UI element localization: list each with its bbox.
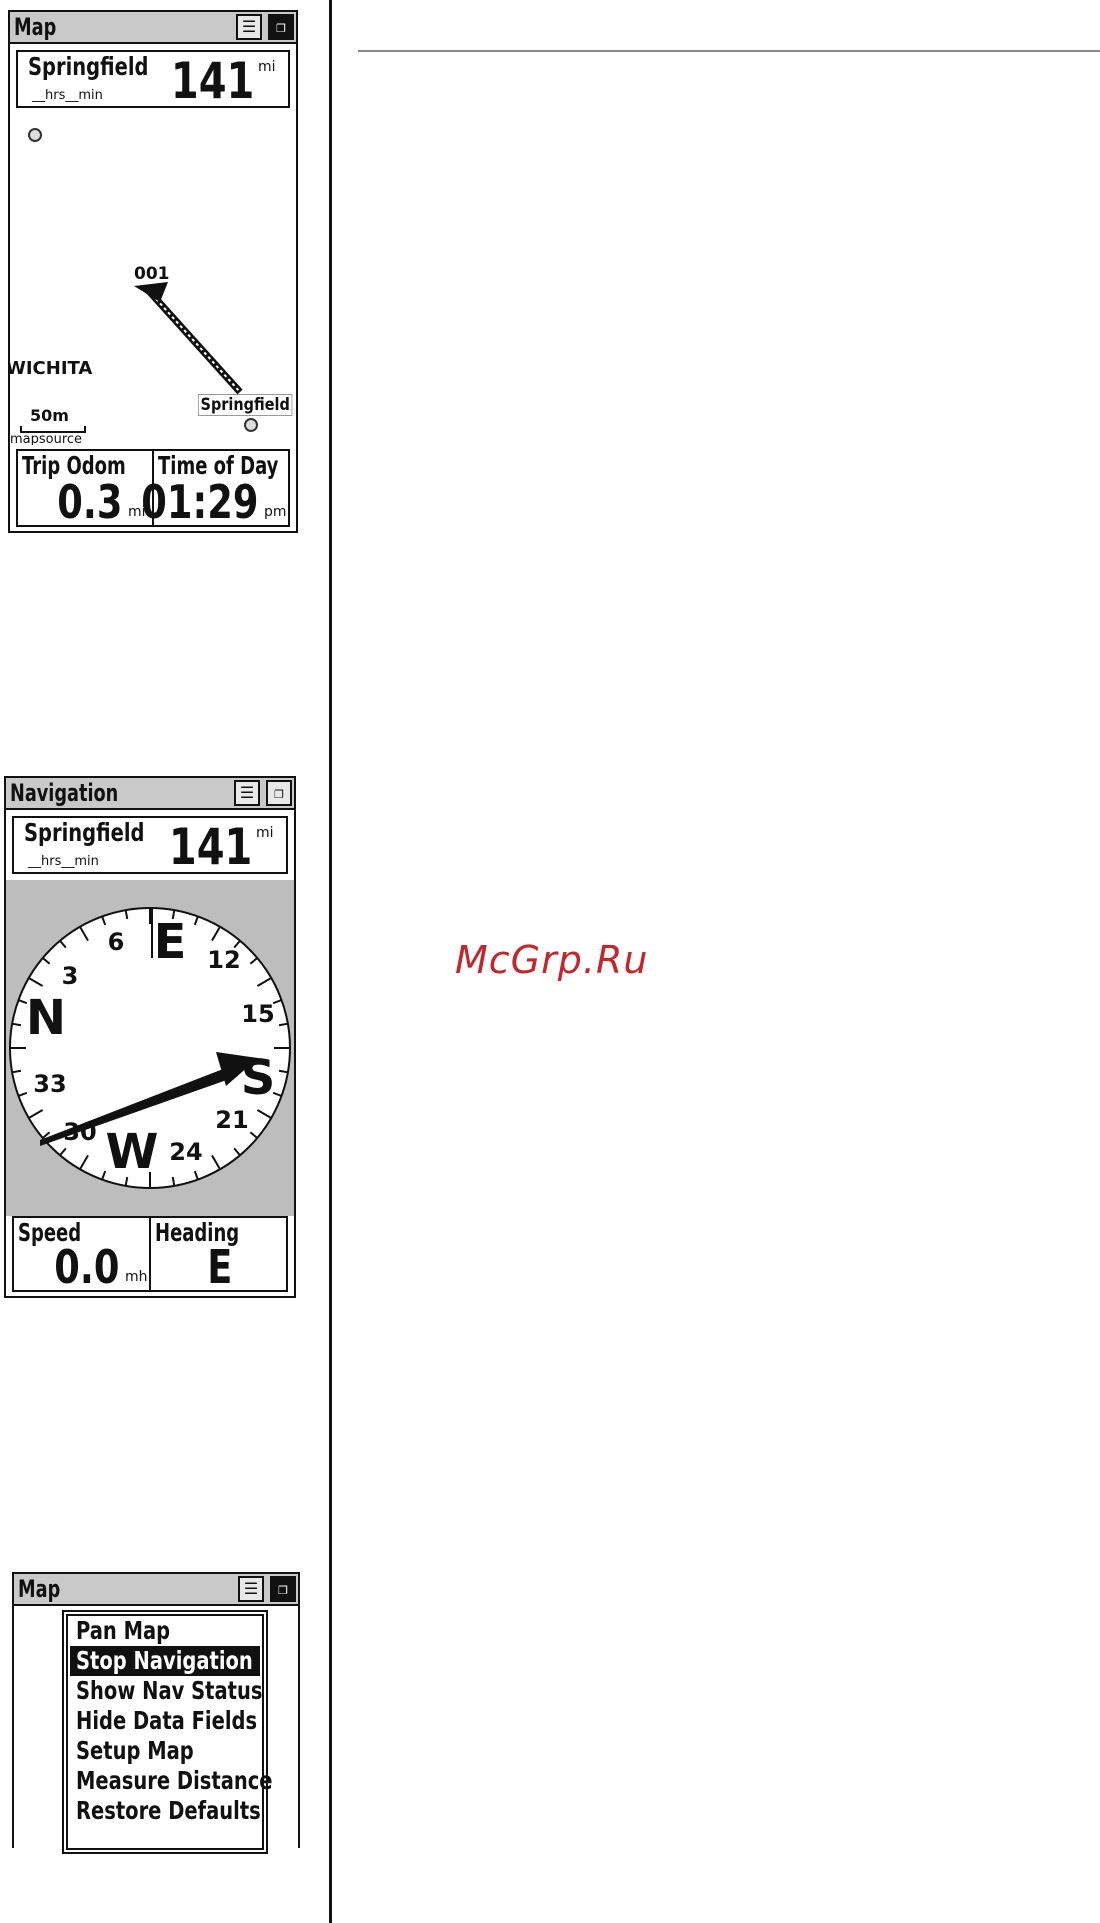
waypoint-dot-destination [244,418,258,432]
compass-tick-15: 15 [241,1000,274,1028]
menu-item-stop-navigation[interactable]: Stop Navigation [70,1646,260,1676]
compass-cardinal-s: S [241,1050,276,1106]
field-value: 01:29 [140,475,258,529]
menu-list-icon[interactable]: ☰ [234,780,260,806]
map-title-bar: Map ☰ ❐ [10,12,296,44]
data-field-heading[interactable]: Heading E [151,1218,286,1294]
page-divider-line [329,0,332,1923]
menu-item-setup-map[interactable]: Setup Map [70,1736,260,1766]
compass-tick-6: 6 [108,928,125,956]
page-switch-icon[interactable]: ❐ [266,780,292,806]
map-data-fields: Trip Odom 0.3 mi Time of Day 01:29 pm [16,449,290,527]
compass-cardinal-w: W [106,1124,159,1180]
distance-value: 141 [168,818,253,876]
compass-ring: E N S W 6 12 3 15 33 21 30 24 [9,907,291,1189]
nav-title: Navigation [10,779,119,807]
data-field-trip-odom[interactable]: Trip Odom 0.3 mi [18,451,154,529]
compass-cardinal-n: N [26,990,66,1046]
compass-tick-30: 30 [63,1118,96,1146]
watermark: McGrp.Ru [455,938,649,982]
compass-tick-3: 3 [62,962,79,990]
destination-panel: Springfield __hrs__min 141 mi [16,50,290,108]
map-menu-screen: Map ☰ ❐ Pan Map Stop Navigation Show Nav… [12,1572,300,1852]
data-field-time-of-day[interactable]: Time of Day 01:29 pm [141,451,288,527]
field-unit: mh [125,1269,148,1285]
scale-label: 50m [30,406,69,425]
page-switch-icon[interactable]: ❐ [270,1576,296,1602]
field-unit: mi [128,504,146,520]
field-unit: pm [264,504,287,520]
distance-value: 141 [170,52,255,110]
distance-unit: mi [256,825,274,841]
nav-data-fields: Speed 0.0 mh Heading E [12,1216,288,1292]
compass-tick-12: 12 [207,946,240,974]
field-value: E [206,1240,232,1294]
map-view[interactable]: 001 WICHITA Springfield 50m mapsource [10,112,296,445]
menu-item-hide-data-fields[interactable]: Hide Data Fields [70,1706,260,1736]
map-screen: Map ☰ ❐ Springfield __hrs__min 141 mi 00… [8,10,298,533]
compass-tick-21: 21 [215,1106,248,1134]
destination-panel: Springfield __hrs__min 141 mi [12,816,288,874]
menu-item-measure-distance[interactable]: Measure Distance [70,1766,273,1796]
data-field-speed[interactable]: Speed 0.0 mh [14,1218,151,1294]
menu-item-show-nav-status[interactable]: Show Nav Status [70,1676,262,1706]
compass-tick-33: 33 [33,1070,66,1098]
page-switch-icon[interactable]: ❐ [268,14,294,40]
menu-item-pan-map[interactable]: Pan Map [70,1616,260,1646]
waypoint-label: Springfield [198,394,293,416]
position-arrow-icon [134,282,168,302]
menu-list-icon[interactable]: ☰ [236,14,262,40]
menu-list-icon[interactable]: ☰ [238,1576,264,1602]
city-label: WICHITA [10,358,93,379]
menu-screen-title: Map [18,1575,61,1603]
track-label: 001 [134,264,170,284]
destination-name: Springfield [28,52,149,81]
destination-name: Springfield [24,818,145,847]
field-value: 0.3 [56,475,122,529]
nav-title-bar: Navigation ☰ ❐ [6,778,294,810]
eta-readout: __hrs__min [32,88,103,103]
options-menu: Pan Map Stop Navigation Show Nav Status … [64,1612,273,1852]
header-rule [358,50,1100,52]
compass-tick-24: 24 [169,1138,202,1166]
field-value: 0.0 [53,1240,119,1294]
eta-readout: __hrs__min [28,854,99,869]
menu-title-bar: Map ☰ ❐ [14,1574,298,1606]
menu-item-restore-defaults[interactable]: Restore Defaults [70,1796,261,1826]
map-title: Map [14,13,57,41]
navigation-screen: Navigation ☰ ❐ Springfield __hrs__min 14… [4,776,296,1298]
map-source-label: mapsource [10,432,83,445]
distance-unit: mi [258,59,276,75]
compass-cardinal-e: E [154,914,187,970]
